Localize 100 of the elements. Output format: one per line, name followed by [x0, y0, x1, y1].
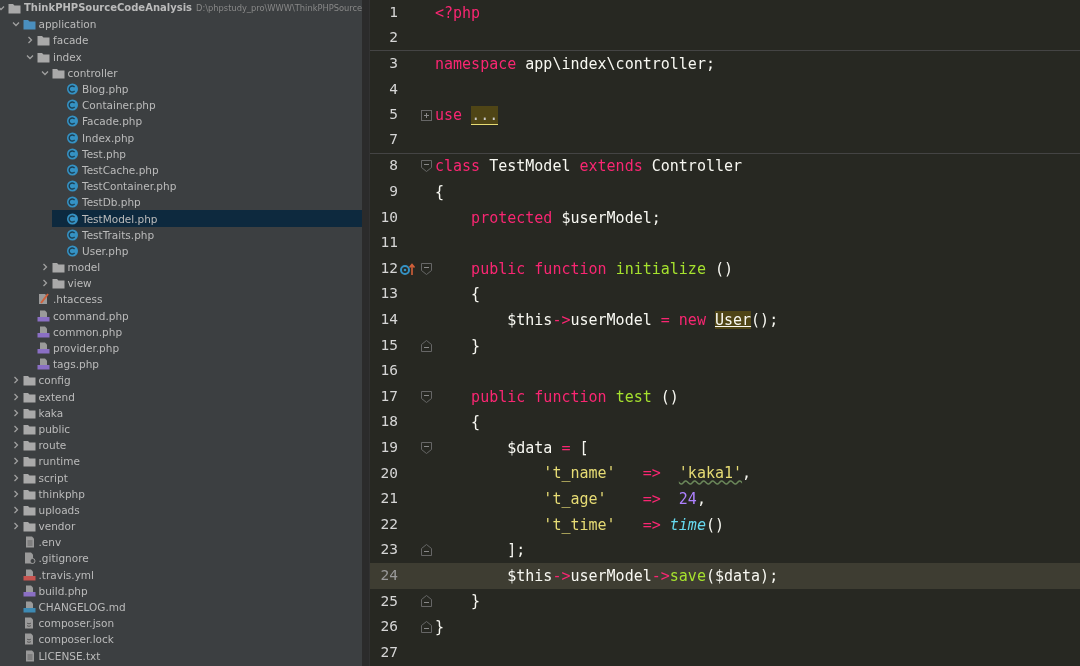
file-item[interactable]: tags.php [23, 356, 362, 373]
class-file-icon [66, 99, 79, 112]
class-file-icon [66, 163, 79, 176]
class-file-icon [66, 228, 79, 241]
file-item[interactable]: TestModel.php [52, 210, 362, 227]
file-item[interactable]: LICENSE.txt [8, 647, 362, 664]
php-file-icon [37, 358, 50, 371]
line-number: 27 [379, 642, 398, 662]
code-line: } [435, 617, 445, 638]
folder-icon [22, 390, 36, 403]
folder-icon [8, 2, 21, 15]
folder-item[interactable]: public [8, 420, 362, 438]
folder-item[interactable]: facade [23, 32, 362, 49]
code-line: public function initialize () [470, 258, 734, 279]
folder-item[interactable]: controller [37, 64, 362, 81]
line-number: 11 [379, 233, 398, 253]
code-line: } [470, 591, 481, 612]
code-line: { [470, 284, 481, 305]
line-number: 26 [379, 617, 398, 637]
line-number: 14 [379, 310, 398, 330]
file-item[interactable]: User.php [52, 242, 362, 259]
folder-item[interactable]: uploads [8, 501, 362, 518]
file-item[interactable]: Index.php [52, 129, 362, 146]
folder-item[interactable]: model [37, 259, 362, 276]
ignore-file-icon [22, 552, 36, 565]
code-line: 't_name' => 'kaka1', [542, 463, 752, 484]
file-item[interactable]: build.php [8, 582, 362, 599]
line-number: 3 [388, 54, 398, 74]
php-file-icon [37, 342, 50, 355]
file-item[interactable]: Container.php [52, 97, 362, 114]
code-line: } [470, 335, 481, 356]
file-item[interactable]: composer.lock [8, 631, 362, 648]
class-file-icon [66, 180, 79, 193]
file-item[interactable]: Blog.php [52, 80, 362, 98]
chevron-right-icon [25, 35, 35, 46]
file-item[interactable]: TestTraits.php [52, 226, 362, 243]
pane-splitter[interactable] [362, 0, 370, 666]
folder-item[interactable]: vendor [8, 518, 362, 535]
line-number: 18 [379, 412, 398, 432]
file-item[interactable]: .env [8, 534, 362, 551]
code-line: <?php [435, 2, 481, 23]
file-item[interactable]: .travis.yml [8, 566, 362, 583]
folder-icon [22, 471, 36, 484]
file-item[interactable]: TestContainer.php [52, 178, 362, 195]
class-file-icon [66, 212, 79, 225]
config-file-icon [37, 293, 50, 306]
folder-icon [22, 374, 36, 387]
folder-icon [22, 455, 36, 468]
php-file-icon [37, 325, 50, 338]
code-line: $this->userModel = new User(); [506, 309, 779, 330]
code-line: 't_age' => 24, [542, 489, 706, 510]
folder-item[interactable]: extend [8, 388, 362, 405]
code-line: protected $userModel; [470, 207, 661, 228]
file-item[interactable]: TestCache.php [52, 161, 362, 179]
file-item[interactable]: .htaccess [23, 291, 362, 308]
folder-item[interactable]: config [8, 372, 362, 389]
line-number: 17 [379, 386, 398, 406]
folder-item[interactable]: script [8, 469, 362, 486]
file-item[interactable]: .gitignore [8, 550, 362, 567]
folder-item[interactable]: view [37, 275, 362, 292]
line-number: 25 [379, 591, 398, 611]
file-item[interactable]: TestDb.php [52, 194, 362, 211]
folder-icon [22, 422, 36, 435]
folder-item[interactable]: application [8, 16, 362, 33]
folder-icon [37, 34, 50, 47]
code-line: $data = [ [506, 437, 589, 458]
class-file-icon [66, 196, 79, 209]
file-item[interactable]: CHANGELOG.md [8, 598, 362, 616]
file-item[interactable]: composer.json [8, 615, 362, 632]
folder-icon [22, 18, 36, 31]
line-number: 24 [379, 566, 398, 585]
folder-icon [22, 439, 36, 452]
code-line: use ... [435, 105, 499, 126]
folder-icon [51, 277, 65, 290]
file-item[interactable]: provider.php [23, 339, 362, 357]
code-line: namespace app\index\controller; [435, 54, 715, 74]
file-item[interactable]: Test.php [52, 145, 362, 162]
line-number: 4 [388, 79, 398, 99]
line-number: 19 [379, 438, 398, 457]
class-file-icon [66, 244, 79, 257]
line-number: 2 [388, 28, 398, 47]
code-line: 't_time' => time() [542, 514, 724, 535]
folder-item[interactable]: index [23, 48, 362, 65]
folder-item[interactable]: route [8, 437, 362, 454]
file-item[interactable]: common.php [23, 323, 362, 340]
class-file-icon [66, 115, 79, 128]
line-number: 23 [379, 540, 398, 560]
folder-item[interactable]: runtime [8, 453, 362, 470]
folder-icon [37, 50, 50, 63]
line-number: 21 [379, 489, 398, 509]
line-number: 15 [379, 335, 398, 355]
line-number: 1 [388, 2, 398, 22]
line-number: 8 [388, 156, 398, 176]
file-item[interactable]: command.php [23, 307, 362, 324]
project-root-item[interactable]: ThinkPHPSourceCodeAnalysis D:\phpstudy_pro\WWW\ThinkPHPSource [0, 0, 362, 17]
code-line: public function test () [470, 386, 679, 407]
file-item[interactable]: Facade.php [52, 113, 362, 130]
folder-item[interactable]: thinkphp [8, 485, 362, 502]
folder-item[interactable]: kaka [8, 404, 362, 421]
class-file-icon [66, 83, 79, 96]
